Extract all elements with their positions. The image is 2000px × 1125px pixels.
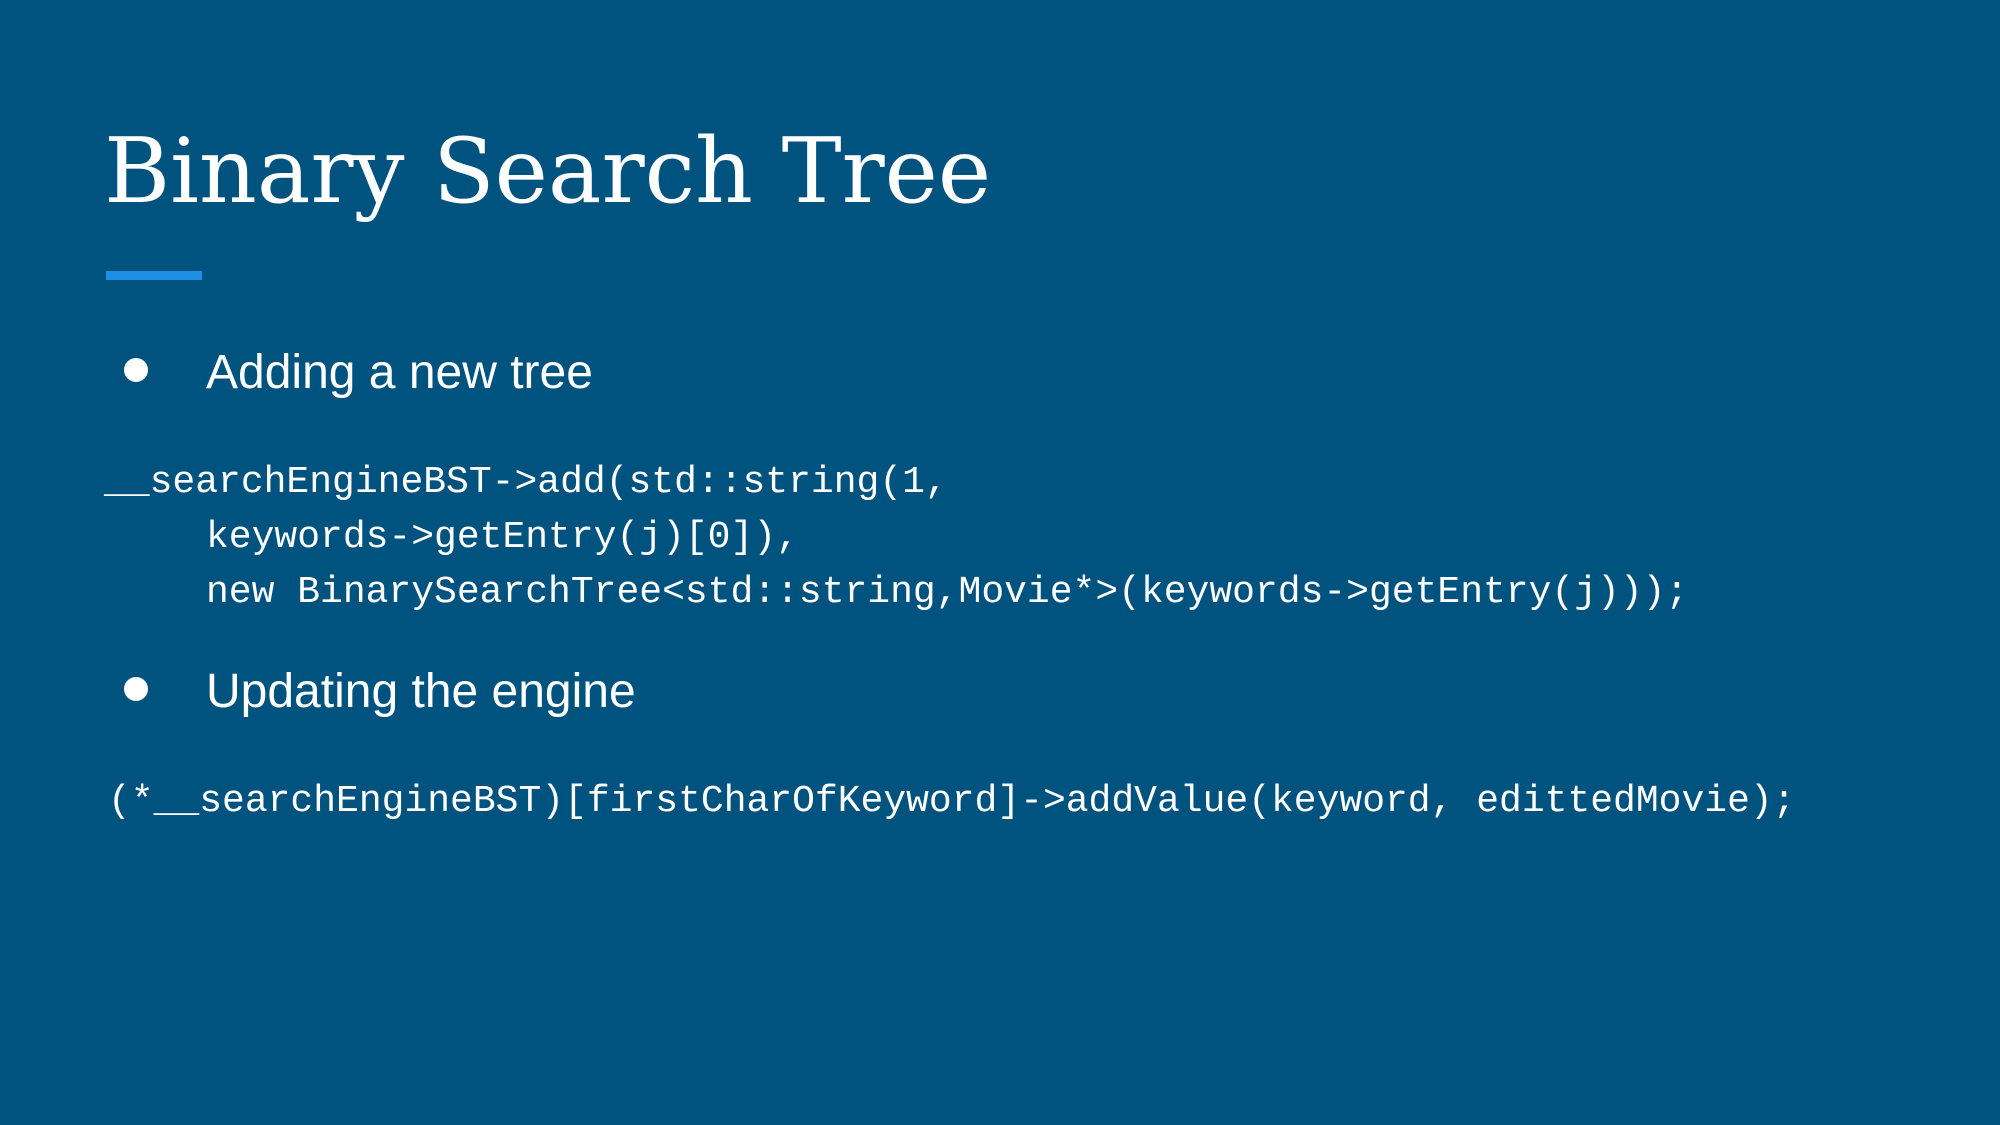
slide-title: Binary Search Tree — [104, 119, 992, 224]
bullet-dot-icon — [124, 358, 148, 382]
bullet-item: Updating the engine — [124, 663, 636, 721]
code-line: __searchEngineBST->add(std::string(1, — [104, 461, 948, 504]
code-line: (*__searchEngineBST)[firstCharOfKeyword]… — [108, 780, 1796, 823]
bullet-item: Adding a new tree — [124, 344, 593, 402]
bullet-text: Updating the engine — [206, 665, 636, 718]
slide: Binary Search Tree Adding a new tree __s… — [0, 0, 2000, 1125]
bullet-dot-icon — [124, 677, 148, 701]
bullet-text: Adding a new tree — [206, 346, 593, 399]
code-line: keywords->getEntry(j)[0]), — [206, 516, 799, 559]
code-line: new BinarySearchTree<std::string,Movie*>… — [206, 571, 1689, 614]
title-accent-bar — [106, 271, 202, 280]
